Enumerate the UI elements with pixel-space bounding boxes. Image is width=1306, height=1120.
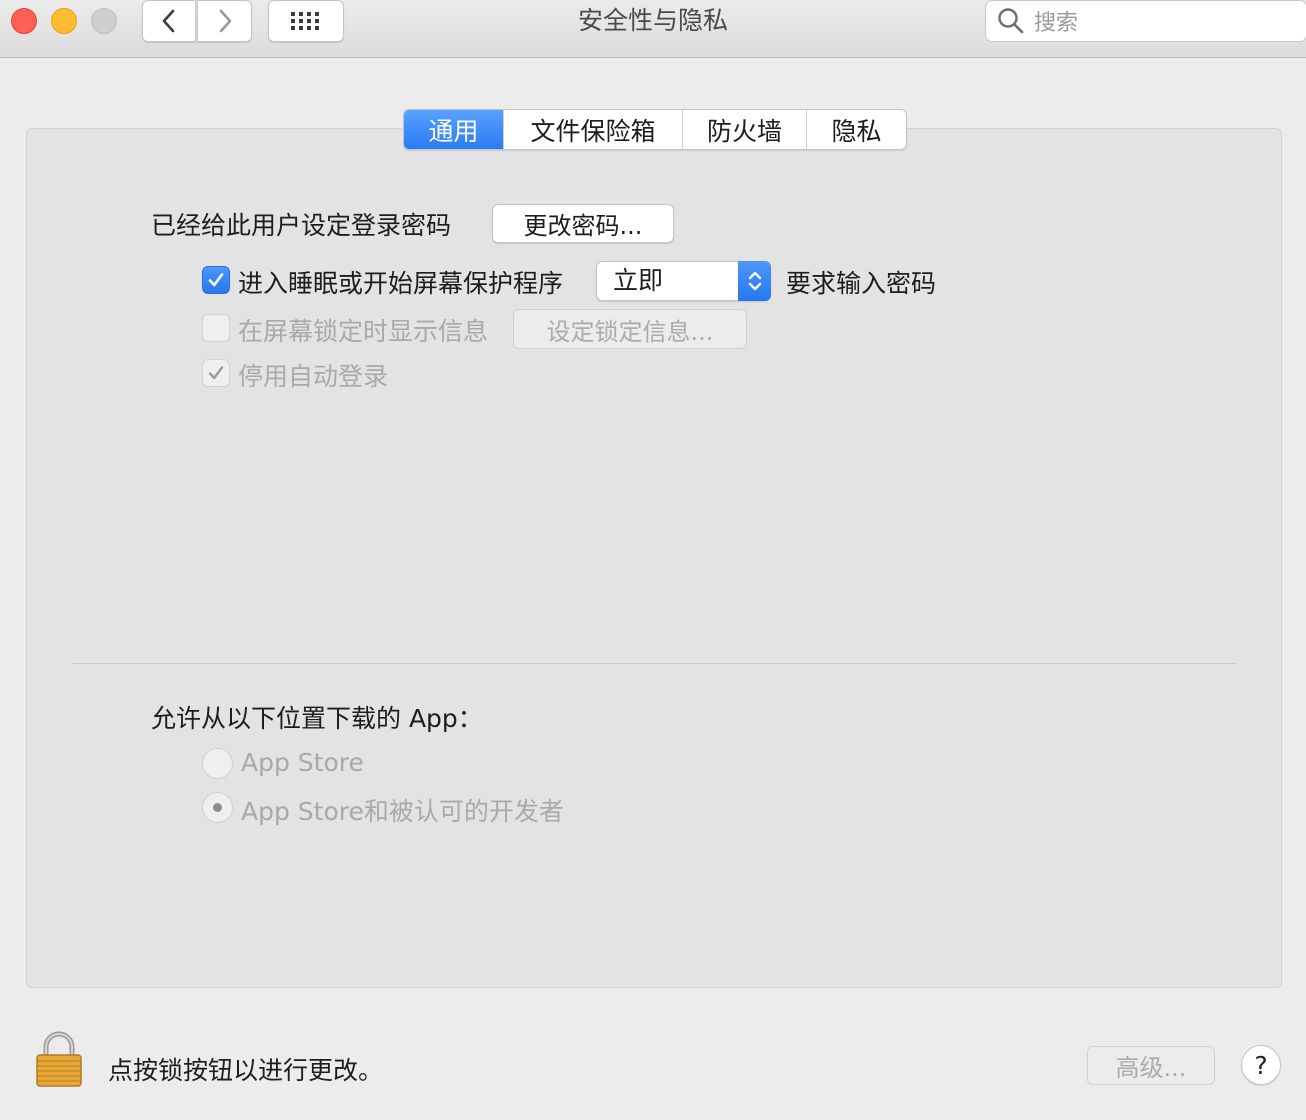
help-button[interactable]: ? [1241, 1045, 1281, 1085]
section-divider [72, 663, 1236, 664]
radio-app-store[interactable] [202, 748, 233, 779]
disable-auto-login-checkbox[interactable] [202, 359, 230, 387]
search-field[interactable]: 搜索 [985, 0, 1306, 42]
popup-arrows-icon [738, 261, 771, 301]
radio-app-store-label: App Store [241, 748, 364, 777]
tab-general[interactable]: 通用 [404, 110, 504, 149]
radio-app-store-identified-developers[interactable] [202, 792, 233, 823]
tab-filevault[interactable]: 文件保险箱 [504, 110, 683, 149]
tab-firewall[interactable]: 防火墙 [683, 110, 807, 149]
search-icon [998, 8, 1024, 34]
lock-hint-text: 点按锁按钮以进行更改。 [108, 1056, 384, 1085]
radio-app-store-identified-developers-label: App Store和被认可的开发者 [241, 797, 564, 826]
show-lock-message-checkbox[interactable] [202, 314, 230, 342]
require-password-label: 进入睡眠或开始屏幕保护程序 [238, 269, 564, 298]
search-placeholder: 搜索 [1034, 11, 1079, 36]
change-password-button[interactable]: 更改密码... [492, 204, 674, 243]
allow-apps-label: 允许从以下位置下载的 App： [151, 704, 483, 733]
tab-bar: 通用 文件保险箱 防火墙 隐私 [403, 109, 907, 150]
lock-icon[interactable] [34, 1030, 84, 1088]
require-password-checkbox[interactable] [202, 266, 230, 294]
advanced-button[interactable]: 高级... [1087, 1046, 1215, 1085]
title-bar: 安全性与隐私 搜索 [0, 0, 1306, 58]
radio-selected-dot [213, 803, 222, 812]
disable-auto-login-label: 停用自动登录 [238, 362, 389, 391]
checkmark-icon [208, 366, 224, 380]
show-lock-message-label: 在屏幕锁定时显示信息 [238, 317, 489, 346]
general-panel [26, 128, 1282, 988]
popup-selected-value: 立即 [613, 266, 664, 295]
require-password-suffix: 要求输入密码 [786, 269, 937, 298]
checkmark-icon [208, 273, 224, 287]
login-password-label: 已经给此用户设定登录密码 [151, 211, 452, 240]
tab-privacy[interactable]: 隐私 [807, 110, 906, 149]
require-password-delay-popup[interactable]: 立即 [596, 261, 771, 301]
set-lock-message-button[interactable]: 设定锁定信息... [513, 309, 747, 349]
